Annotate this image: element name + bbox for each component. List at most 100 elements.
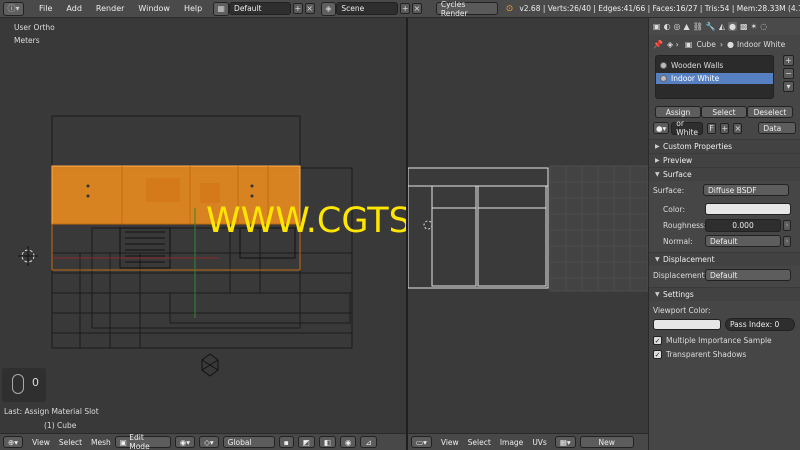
uv-menu-select[interactable]: Select bbox=[468, 438, 491, 447]
unlink-material-icon[interactable]: × bbox=[733, 122, 743, 134]
scene-icon[interactable]: ◈ bbox=[320, 1, 337, 16]
deselect-button[interactable]: Deselect bbox=[747, 106, 793, 118]
breadcrumb: 📌 ◈ › ▣ Cube › ● Indoor White bbox=[649, 35, 800, 53]
displacement-label: Displacement bbox=[653, 270, 705, 280]
texture-tab-icon[interactable]: ▩ bbox=[740, 22, 748, 31]
world-tab-icon[interactable]: ◎ bbox=[674, 22, 681, 31]
properties-tabs: ▣ ◐ ◎ ▲ ⛓ 🔧 ◭ ● ▩ ✶ ◌ bbox=[649, 18, 800, 35]
custom-properties-header[interactable]: ▶ Custom Properties bbox=[649, 139, 800, 153]
transparent-shadows-checkbox[interactable]: ✓ bbox=[653, 349, 662, 359]
pivot-select[interactable]: ◇▾ bbox=[199, 436, 219, 448]
shading-select[interactable]: ◉▾ bbox=[174, 436, 196, 448]
render-engine-select[interactable]: Cycles Render bbox=[435, 0, 498, 18]
remove-slot-icon[interactable]: − bbox=[783, 68, 794, 79]
slot-menu-icon[interactable]: ▾ bbox=[783, 81, 794, 92]
edge-select-icon[interactable]: ◩ bbox=[297, 436, 315, 448]
orientation-select[interactable]: Global bbox=[222, 436, 275, 448]
render-tab-icon[interactable]: ▣ bbox=[653, 22, 661, 31]
3d-menu-select[interactable]: Select bbox=[59, 438, 82, 447]
roughness-link-icon[interactable]: ◦ bbox=[783, 219, 791, 231]
link-select[interactable]: Data bbox=[758, 122, 796, 134]
normal-link-icon[interactable]: ◦ bbox=[783, 235, 791, 247]
transparent-shadows-label: Transparent Shadows bbox=[666, 349, 747, 359]
menu-help[interactable]: Help bbox=[177, 4, 209, 13]
breadcrumb-object: Cube bbox=[696, 39, 716, 49]
menu-add[interactable]: Add bbox=[59, 4, 89, 13]
uv-menu-view[interactable]: View bbox=[441, 438, 459, 447]
expanded-triangle-icon: ▼ bbox=[655, 171, 660, 178]
material-browse-icon[interactable]: ●▾ bbox=[653, 122, 670, 134]
displacement-select[interactable]: Default bbox=[705, 269, 791, 281]
data-tab-icon[interactable]: ◭ bbox=[719, 22, 725, 31]
image-browse-icon[interactable]: ▦▾ bbox=[554, 436, 576, 448]
screen-layout-field[interactable]: Default bbox=[229, 2, 291, 15]
material-slots: Wooden Walls Indoor White + − ▾ bbox=[649, 55, 800, 99]
breadcrumb-material: Indoor White bbox=[737, 39, 786, 49]
remove-scene-icon[interactable]: × bbox=[412, 3, 422, 14]
physics-tab-icon[interactable]: ◌ bbox=[760, 22, 767, 31]
face-select-icon[interactable]: ◧ bbox=[318, 436, 336, 448]
pin-icon[interactable]: 📌 bbox=[653, 40, 663, 49]
mode-select[interactable]: ▣ Edit Mode bbox=[114, 433, 171, 450]
vertex-select-icon[interactable]: ▪ bbox=[278, 436, 294, 448]
roughness-field[interactable]: 0.000 bbox=[705, 218, 781, 232]
uv-menu-image[interactable]: Image bbox=[500, 438, 524, 447]
3d-menu-view[interactable]: View bbox=[32, 438, 50, 447]
proportional-edit-icon[interactable]: ◉ bbox=[339, 436, 357, 448]
add-slot-icon[interactable]: + bbox=[783, 55, 794, 66]
uv-menu-uvs[interactable]: UVs bbox=[532, 438, 547, 447]
object-tab-icon[interactable]: ▲ bbox=[684, 22, 690, 31]
menu-render[interactable]: Render bbox=[89, 4, 131, 13]
select-button[interactable]: Select bbox=[701, 106, 747, 118]
editor-type-icon[interactable]: ⓘ▾ bbox=[3, 1, 25, 16]
viewport-color-swatch[interactable] bbox=[653, 318, 721, 330]
active-object-label: (1) Cube bbox=[44, 421, 77, 430]
mis-checkbox[interactable]: ✓ bbox=[653, 335, 662, 345]
new-image-button[interactable]: New bbox=[579, 436, 634, 448]
modifier-tab-icon[interactable]: 🔧 bbox=[706, 22, 716, 31]
uv-cursor-icon[interactable] bbox=[423, 220, 433, 230]
breadcrumb-separator-icon: › bbox=[719, 39, 724, 49]
surface-shader-select[interactable]: Diffuse BSDF bbox=[703, 184, 789, 196]
color-swatch[interactable] bbox=[705, 203, 791, 215]
normal-select[interactable]: Default bbox=[705, 235, 781, 247]
new-material-icon[interactable]: + bbox=[720, 122, 730, 134]
displacement-header[interactable]: ▼ Displacement bbox=[649, 252, 800, 266]
preview-header[interactable]: ▶ Preview bbox=[649, 153, 800, 167]
uv-editor-type-icon[interactable]: ▭▾ bbox=[411, 436, 432, 448]
remove-layout-icon[interactable]: × bbox=[304, 3, 315, 14]
mis-label: Multiple Importance Sample bbox=[666, 335, 772, 345]
mouse-hint-value: 0 bbox=[32, 376, 39, 389]
roughness-row: Roughness: 0.000 ◦ bbox=[649, 217, 800, 233]
menu-file[interactable]: File bbox=[32, 4, 59, 13]
scene-tab-icon[interactable]: ◐ bbox=[664, 22, 671, 31]
3d-menu-mesh[interactable]: Mesh bbox=[91, 438, 111, 447]
object-data-icon: ◈ › bbox=[666, 39, 679, 49]
mis-row: ✓ Multiple Importance Sample bbox=[649, 333, 800, 347]
menu-window[interactable]: Window bbox=[131, 4, 177, 13]
slot-controls: + − ▾ bbox=[781, 55, 794, 92]
particles-tab-icon[interactable]: ✶ bbox=[751, 22, 758, 31]
surface-header[interactable]: ▼ Surface bbox=[649, 167, 800, 181]
add-scene-icon[interactable]: + bbox=[400, 3, 411, 14]
screen-layout-icon[interactable]: ▦ bbox=[213, 1, 230, 16]
pass-index-field[interactable]: Pass Index: 0 bbox=[725, 317, 795, 331]
constraint-tab-icon[interactable]: ⛓ bbox=[693, 22, 703, 31]
material-tab-icon[interactable]: ● bbox=[727, 22, 737, 31]
settings-header[interactable]: ▼ Settings bbox=[649, 287, 800, 301]
3d-cursor-icon[interactable] bbox=[18, 246, 38, 266]
list-item[interactable]: Indoor White bbox=[656, 73, 773, 84]
3d-editor-type-icon[interactable]: ⊕▾ bbox=[3, 436, 24, 448]
add-layout-icon[interactable]: + bbox=[292, 3, 303, 14]
scene-field[interactable]: Scene bbox=[336, 2, 399, 15]
uv-image-editor[interactable] bbox=[408, 18, 648, 433]
assign-button[interactable]: Assign bbox=[655, 106, 701, 118]
material-ball-icon bbox=[660, 75, 667, 82]
fake-user-button[interactable]: F bbox=[707, 122, 717, 134]
camera-object-icon[interactable] bbox=[201, 353, 219, 377]
material-slot-list[interactable]: Wooden Walls Indoor White bbox=[655, 55, 774, 99]
material-name-field[interactable]: or White bbox=[671, 119, 704, 137]
list-item[interactable]: Wooden Walls bbox=[656, 60, 773, 71]
viewport-color-row: Pass Index: 0 bbox=[649, 317, 800, 331]
snap-icon[interactable]: ⊿ bbox=[360, 436, 377, 448]
